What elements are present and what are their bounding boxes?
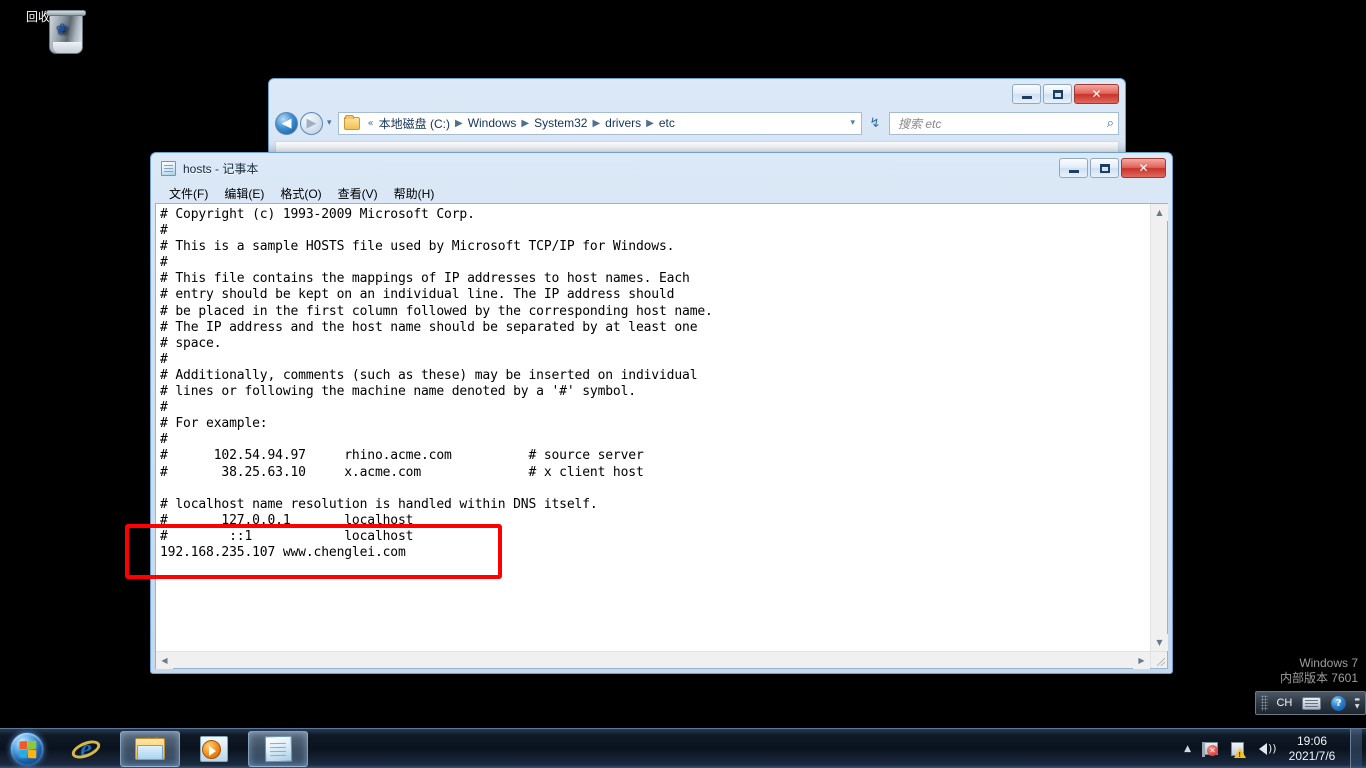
ime-language-bar[interactable]: CH ? ▬ ▼ — [1255, 691, 1366, 715]
notepad-window[interactable]: hosts - 记事本 ✕ 文件(F) 编辑(E) 格式(O) 查看(V) 帮助… — [150, 152, 1173, 674]
notepad-menubar[interactable]: 文件(F) 编辑(E) 格式(O) 查看(V) 帮助(H) — [155, 183, 1168, 203]
ime-keyboard-button[interactable] — [1297, 694, 1326, 713]
folder-icon — [343, 114, 360, 130]
clock[interactable]: 19:06 2021/7/6 — [1276, 734, 1350, 764]
clock-time: 19:06 — [1296, 733, 1328, 748]
explorer-minimize-button[interactable] — [1012, 84, 1041, 104]
scroll-right-button[interactable]: ▶ — [1133, 651, 1150, 669]
taskbar-button-windows-explorer[interactable] — [120, 730, 180, 767]
search-icon: ⌕ — [1106, 115, 1114, 131]
address-bar[interactable]: « 本地磁盘 (C:) ▶ Windows ▶ System32 ▶ drive… — [337, 111, 862, 135]
notepad-icon — [161, 161, 176, 176]
chevron-right-icon: ▶ — [646, 117, 654, 129]
chevron-right-icon: ▶ — [521, 117, 530, 129]
search-box[interactable]: 搜索 etc ⌕ — [889, 111, 1119, 135]
breadcrumb-item-1[interactable]: Windows — [467, 116, 518, 130]
refresh-icon: ↯ — [869, 115, 881, 131]
menu-item-edit[interactable]: 编辑(E) — [216, 184, 272, 203]
taskbar-button-internet-explorer[interactable]: e — [56, 731, 116, 767]
internet-explorer-icon: e — [69, 734, 103, 763]
notepad-restore-button[interactable] — [1090, 158, 1119, 178]
notepad-client-area[interactable]: # Copyright (c) 1993-2009 Microsoft Corp… — [155, 203, 1168, 669]
caret-down-icon: ▼ — [1156, 638, 1163, 647]
chevron-right-icon: ▶ — [454, 117, 463, 129]
explorer-window-controls[interactable]: ✕ — [1012, 84, 1119, 104]
drag-handle-icon[interactable] — [1261, 695, 1269, 711]
taskbar-button-windows-media-player[interactable] — [184, 731, 244, 767]
media-player-icon — [200, 735, 228, 762]
notepad-minimize-button[interactable] — [1059, 158, 1088, 178]
notepad-window-controls[interactable]: ✕ — [1059, 158, 1166, 178]
chevron-right-icon: ▶ — [592, 117, 601, 129]
explorer-maximize-button[interactable] — [1043, 84, 1072, 104]
chevron-down-icon: ▼ — [1354, 703, 1360, 710]
caret-left-icon: ◀ — [161, 655, 168, 665]
breadcrumb-overflow[interactable]: « — [364, 118, 378, 129]
forward-button[interactable]: ▶ — [300, 111, 323, 135]
menu-item-view[interactable]: 查看(V) — [330, 184, 386, 203]
clock-date: 2021/7/6 — [1288, 748, 1336, 763]
ime-help-button[interactable]: ? — [1326, 694, 1351, 713]
menu-item-help[interactable]: 帮助(H) — [386, 184, 443, 203]
windows-activation-watermark: Windows 7 内部版本 7601 — [1280, 656, 1358, 686]
caret-right-icon: ▶ — [1138, 655, 1145, 665]
show-desktop-button[interactable] — [1350, 728, 1362, 768]
breadcrumb-item-2[interactable]: System32 — [533, 116, 588, 130]
notepad-title: hosts - 记事本 — [183, 162, 259, 176]
close-icon: ✕ — [1138, 161, 1149, 175]
explorer-titlebar[interactable]: ✕ — [269, 79, 1125, 109]
caret-up-icon: ▲ — [1156, 208, 1163, 217]
breadcrumb-item-3[interactable]: drivers — [604, 116, 642, 130]
start-button[interactable] — [2, 730, 52, 768]
scroll-left-button[interactable]: ◀ — [156, 651, 173, 669]
explorer-close-button[interactable]: ✕ — [1074, 84, 1119, 104]
close-icon: ✕ — [1091, 87, 1102, 101]
arrow-right-icon: ▶ — [306, 115, 317, 131]
refresh-button[interactable]: ↯ — [864, 112, 886, 134]
show-hidden-icons-button[interactable]: ▲ — [1177, 744, 1198, 754]
taskbar[interactable]: e ▲ ✕ 19:06 2021/7/6 — [0, 728, 1366, 768]
ime-language-label[interactable]: CH — [1271, 694, 1297, 713]
scroll-up-button[interactable]: ▲ — [1151, 204, 1168, 221]
notepad-titlebar[interactable]: hosts - 记事本 ✕ — [151, 153, 1172, 183]
hosts-file-text[interactable]: # Copyright (c) 1993-2009 Microsoft Corp… — [156, 204, 1150, 651]
windows-logo-icon — [10, 731, 44, 766]
notepad-taskbar-icon — [264, 735, 292, 762]
help-icon: ? — [1331, 695, 1347, 711]
taskbar-button-notepad[interactable] — [248, 730, 308, 767]
scroll-down-button[interactable]: ▼ — [1151, 634, 1168, 651]
breadcrumb-item-4[interactable]: etc — [658, 116, 676, 130]
system-tray[interactable]: ▲ ✕ 19:06 2021/7/6 — [1177, 728, 1366, 768]
recent-pages-dropdown[interactable]: ▾ — [327, 118, 332, 128]
folder-explorer-icon — [135, 736, 165, 761]
watermark-line-1: Windows 7 — [1299, 656, 1358, 670]
search-placeholder: 搜索 etc — [898, 116, 942, 131]
chevron-down-icon: ▾ — [327, 118, 332, 128]
desktop[interactable]: ❀ 回收站 Windows 7 内部版本 7601 ✕ ◀ ▶ ▾ « 本地磁盘… — [0, 0, 1366, 728]
action-center-icon[interactable] — [1226, 738, 1248, 760]
back-button[interactable]: ◀ — [275, 111, 298, 135]
watermark-line-2: 内部版本 7601 — [1279, 671, 1358, 685]
notepad-close-button[interactable]: ✕ — [1121, 158, 1166, 178]
keyboard-icon — [1302, 696, 1322, 710]
address-dropdown-icon[interactable]: ▾ — [850, 118, 859, 128]
volume-icon[interactable] — [1252, 738, 1277, 760]
menu-item-format[interactable]: 格式(O) — [272, 184, 329, 203]
network-status-icon[interactable]: ✕ — [1200, 738, 1222, 760]
vertical-scrollbar[interactable]: ▲ ▼ — [1150, 204, 1168, 651]
breadcrumb-item-0[interactable]: 本地磁盘 (C:) — [378, 115, 451, 132]
ime-minimize-button[interactable]: ▬ ▼ — [1351, 696, 1363, 710]
explorer-navigation-bar[interactable]: ◀ ▶ ▾ « 本地磁盘 (C:) ▶ Windows ▶ System32 ▶… — [275, 107, 1119, 139]
resize-grip[interactable] — [1150, 651, 1167, 668]
menu-item-file[interactable]: 文件(F) — [161, 184, 216, 203]
minimize-icon: ▬ — [1354, 696, 1360, 703]
arrow-left-icon: ◀ — [281, 115, 292, 131]
horizontal-scrollbar[interactable]: ◀ ▶ — [156, 651, 1150, 669]
desktop-icon-recycle-bin[interactable]: ❀ 回收站 — [8, 8, 86, 54]
